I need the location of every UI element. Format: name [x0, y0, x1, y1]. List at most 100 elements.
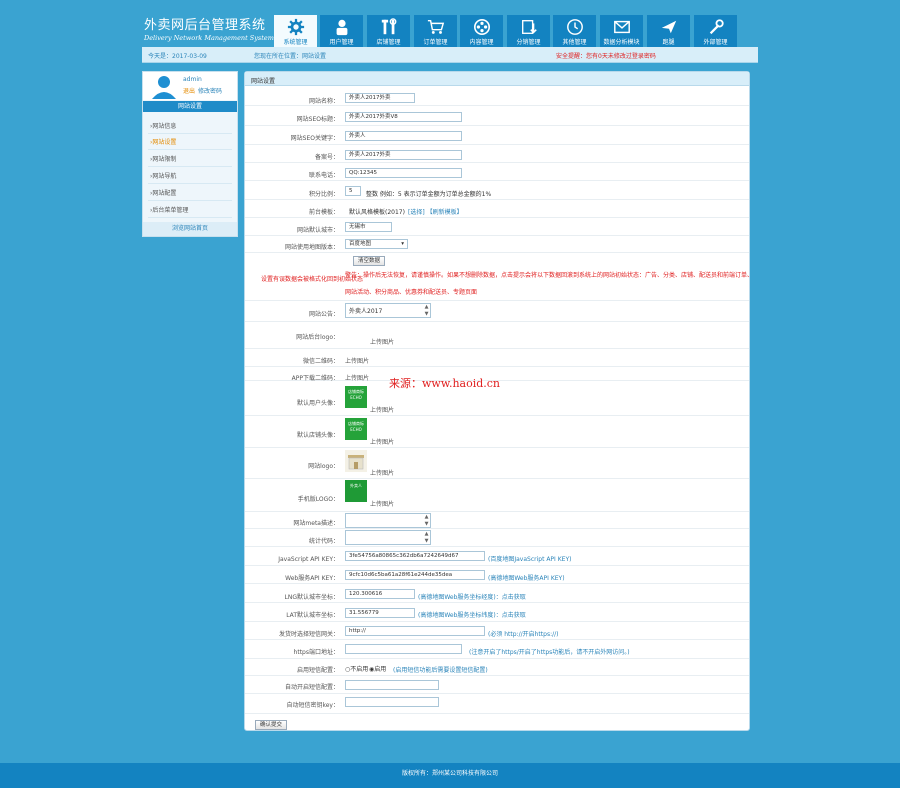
- row-icp: 备案号： 外卖人2017外卖: [245, 145, 749, 163]
- notice-textarea[interactable]: 外卖人2017 ▲ ▼: [345, 303, 431, 318]
- sms-disable-radio[interactable]: ○不启用: [345, 664, 368, 673]
- nav-system[interactable]: 系统管理: [274, 15, 317, 47]
- nav-distribution[interactable]: 分销管理: [507, 15, 550, 47]
- template-links[interactable]: [选择] 【刷新模板】: [408, 207, 463, 216]
- sidebar-item-site-config[interactable]: ›网站配置: [148, 186, 232, 201]
- row-seo-keywords: 网站SEO关键字： 外卖人: [245, 126, 749, 145]
- lat-input[interactable]: 31.556779: [345, 608, 415, 618]
- row-mobile-logo: 手机版LOGO： 外卖人 上传图片: [245, 479, 749, 512]
- footer: 版权所有：郑州某公司科技有限公司: [0, 763, 900, 788]
- clock-icon: [566, 19, 583, 35]
- nav-orders[interactable]: 订单管理: [414, 15, 457, 47]
- row-https: 发货时选择短信网关： http:// (必须 http://开启https://…: [245, 622, 749, 640]
- username: admin: [183, 76, 202, 83]
- admin-logo-upload[interactable]: 上传图片: [370, 337, 394, 346]
- row-js-key: JavaScript API KEY： 3fe54756a80865c362db…: [245, 547, 749, 566]
- stat-code-textarea[interactable]: ▲ ▼: [345, 530, 431, 545]
- app-title-cn: 外卖网后台管理系统: [144, 18, 266, 33]
- view-homepage-link[interactable]: 浏览网站首页: [143, 222, 237, 236]
- row-lat: LAT默认城市坐标： 31.556779 (高德地图Web服务坐标纬度)：点击获…: [245, 603, 749, 622]
- wrench-icon: [709, 19, 724, 35]
- scroll-down-icon[interactable]: ▼: [424, 312, 429, 320]
- row-city: 网站默认城市： 无锡市: [245, 218, 749, 236]
- https-port-input[interactable]: [345, 644, 462, 654]
- js-api-key-input[interactable]: 3fe54756a80865c362db6a7242649d67: [345, 551, 485, 561]
- row-ratio: 积分比例： 5 整数 例如：5 表示订单金额为订单总金额的1%: [245, 181, 749, 200]
- site-logo-upload[interactable]: 上传图片: [370, 468, 394, 477]
- row-notice: 网站公告： 外卖人2017 ▲ ▼: [245, 301, 749, 322]
- storefront-icon: [345, 450, 367, 472]
- source-watermark: 来源：www.haoid.cn: [389, 377, 501, 390]
- site-name-input[interactable]: 外卖人2017外卖: [345, 93, 415, 103]
- ratio-input[interactable]: 5: [345, 186, 361, 196]
- wechat-qr-upload[interactable]: 上传图片: [345, 356, 369, 365]
- app-logo: 外卖网后台管理系统 Delivery Network Management Sy…: [144, 14, 274, 42]
- nav-external[interactable]: 外部管理: [694, 15, 737, 47]
- avatar-icon: [149, 73, 179, 99]
- mobile-logo-thumb: 外卖人: [345, 480, 367, 502]
- row-stat-code: 统计代码： ▲ ▼: [245, 529, 749, 547]
- phone-input[interactable]: QQ:12345: [345, 168, 462, 178]
- user-links: 退出 修改密码: [183, 86, 222, 95]
- row-lng: LNG默认城市坐标： 120.300616 (高德地图Web服务坐标经度)：点击…: [245, 584, 749, 603]
- sidebar-item-site-settings[interactable]: ›网站设置: [148, 135, 232, 150]
- nav-analytics[interactable]: 数据分析模块: [600, 15, 643, 47]
- tools-icon: [381, 18, 396, 35]
- lng-input[interactable]: 120.300616: [345, 589, 415, 599]
- nav-errand[interactable]: 跑腿: [647, 15, 690, 47]
- row-phone: 联系电话： QQ:12345: [245, 163, 749, 181]
- sms-enable-radio[interactable]: ◉启用: [369, 664, 386, 673]
- breadcrumb: 您现在所在位置：网站设置: [254, 53, 327, 60]
- city-input[interactable]: 无锡市: [345, 222, 392, 232]
- chevron-down-icon: ▾: [401, 241, 404, 247]
- sms-key-input[interactable]: [345, 697, 439, 707]
- submit-button[interactable]: 确认提交: [255, 720, 288, 730]
- film-reel-icon: [473, 18, 490, 36]
- sidebar: admin 退出 修改密码 网站设置 ›网站信息 ›网站设置 ›网站限制 ›网站导…: [142, 71, 238, 237]
- meta-textarea[interactable]: ▲ ▼: [345, 513, 431, 528]
- download-icon: [521, 20, 537, 34]
- sidebar-item-site-limits[interactable]: ›网站限制: [148, 152, 232, 167]
- seo-title-input[interactable]: 外卖人2017外卖V8: [345, 112, 462, 122]
- row-site-logo: 网站logo： 上传图片: [245, 448, 749, 479]
- row-sms-key: 自动短信密钥key：: [245, 694, 749, 714]
- change-password-link[interactable]: 修改密码: [198, 88, 222, 95]
- seo-keywords-input[interactable]: 外卖人: [345, 131, 462, 141]
- row-meta: 网站meta描述： ▲ ▼: [245, 512, 749, 529]
- user-box: admin 退出 修改密码: [143, 72, 237, 100]
- scroll-down-icon[interactable]: ▼: [424, 539, 429, 547]
- nav-shops[interactable]: 店铺管理: [367, 15, 410, 47]
- clear-data-button[interactable]: 清空数据: [353, 256, 386, 266]
- row-web-key: Web服务API KEY： 9cfc10d6c5ba61a28f61e244de…: [245, 566, 749, 584]
- row-template: 前台模板： 默认风格模板(2017) [选择] 【刷新模板】: [245, 200, 749, 218]
- sms-auto-input[interactable]: [345, 680, 439, 690]
- row-clear-data: 清空数据 设置有误数据会被格式化回到初始状态 警告：操作后无法恢复，请谨慎操作。…: [245, 253, 753, 301]
- sidebar-item-site-nav[interactable]: ›网站导航: [148, 169, 232, 184]
- row-default-shop: 默认店铺头像： 店铺商标 ECHO 上传图片: [245, 416, 749, 448]
- plane-icon: [661, 20, 676, 34]
- default-avatar-thumb: 店铺商标 ECHO: [345, 386, 367, 408]
- row-admin-logo: 网站后台logo： 上传图片: [245, 322, 749, 349]
- sidebar-item-admin-menu[interactable]: ›后台菜单管理: [148, 203, 232, 218]
- web-api-key-input[interactable]: 9cfc10d6c5ba61a28f61e244de35dea: [345, 570, 485, 580]
- row-sms-switch: 启用短信配置： ○不启用 ◉启用 (启用短信功能后需要设置短信配置): [245, 659, 749, 676]
- row-map: 网站使用地图版本： 百度地图 ▾: [245, 236, 749, 253]
- default-shop-upload[interactable]: 上传图片: [370, 437, 394, 446]
- app-title-en: Delivery Network Management System: [144, 34, 274, 42]
- nav-content[interactable]: 内容管理: [460, 15, 503, 47]
- nav-users[interactable]: 用户管理: [320, 15, 363, 47]
- mobile-logo-upload[interactable]: 上传图片: [370, 499, 394, 508]
- mail-icon: [613, 20, 630, 34]
- https-input[interactable]: http://: [345, 626, 485, 636]
- icp-input[interactable]: 外卖人2017外卖: [345, 150, 462, 160]
- panel-title: 网站设置: [245, 72, 749, 86]
- default-avatar-upload[interactable]: 上传图片: [370, 405, 394, 414]
- logout-link[interactable]: 退出: [183, 88, 195, 95]
- date-text: 今天是：2017-03-09: [148, 53, 207, 60]
- sidebar-item-site-info[interactable]: ›网站信息: [148, 119, 232, 134]
- nav-other[interactable]: 其他管理: [553, 15, 596, 47]
- default-shop-thumb: 店铺商标 ECHO: [345, 418, 367, 440]
- map-select[interactable]: 百度地图 ▾: [345, 239, 408, 249]
- status-bar: 今天是：2017-03-09 您现在所在位置：网站设置 安全提醒：您有0天未修改…: [142, 47, 758, 63]
- sidebar-title: 网站设置: [143, 101, 237, 112]
